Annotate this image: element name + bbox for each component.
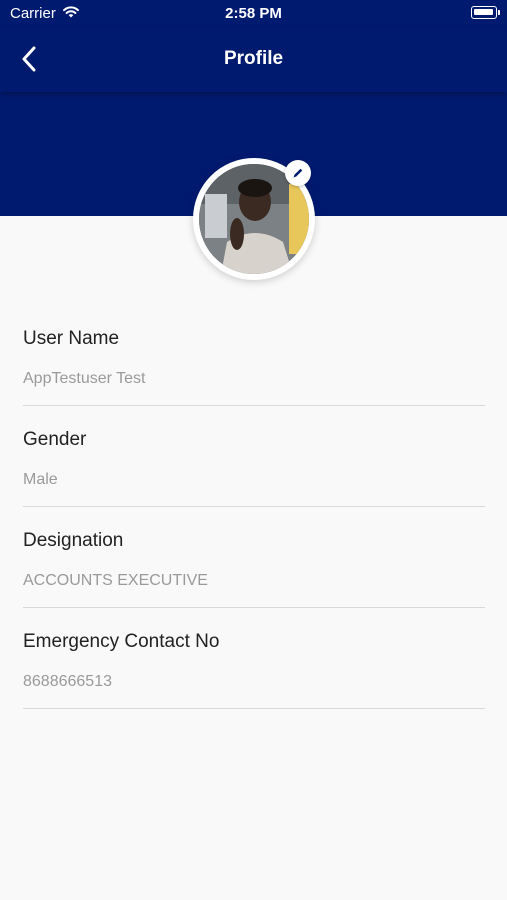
status-time: 2:58 PM (225, 5, 282, 22)
page-title: Profile (223, 48, 284, 69)
field-value: AppTestuser Test (23, 370, 146, 387)
field-label: Emergency Contact No (23, 631, 220, 652)
pencil-icon (293, 168, 303, 178)
field-label: Designation (23, 530, 124, 551)
edit-photo-button[interactable] (285, 160, 311, 186)
field-designation: Designation ACCOUNTS EXECUTIVE (23, 506, 485, 608)
field-label: Gender (23, 429, 87, 450)
field-value: 8688666513 (23, 673, 112, 690)
battery-icon (471, 6, 500, 19)
field-value: ACCOUNTS EXECUTIVE (23, 572, 208, 589)
field-gender: Gender Male (23, 405, 485, 507)
field-value: Male (23, 471, 58, 488)
nav-bar: Profile (0, 28, 507, 92)
field-label: User Name (23, 328, 120, 349)
status-bar: Carrier 2:58 PM (0, 0, 507, 28)
field-emergency-contact: Emergency Contact No 8688666513 (23, 607, 485, 709)
field-user-name: User Name AppTestuser Test (23, 304, 485, 406)
